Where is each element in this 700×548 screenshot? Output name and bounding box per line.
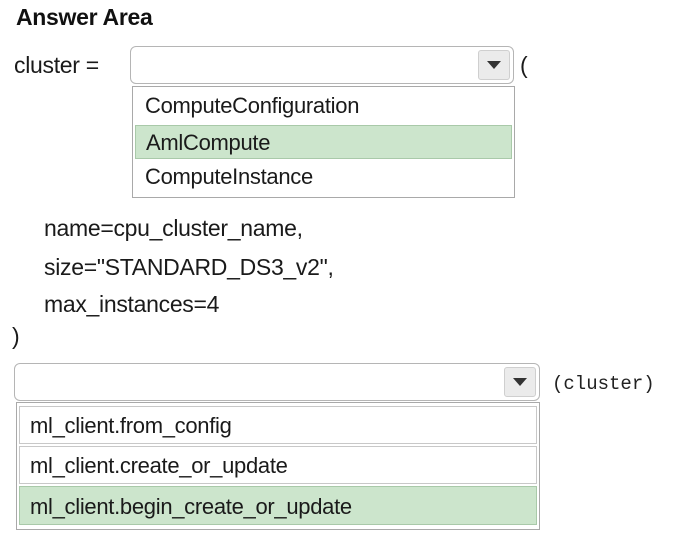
option-begin-create-or-update[interactable]: ml_client.begin_create_or_update [19, 486, 537, 525]
compute-type-dropdown[interactable] [130, 46, 514, 84]
client-method-dropdown[interactable] [14, 363, 540, 401]
close-paren: ) [12, 323, 20, 349]
answer-area-title: Answer Area [16, 4, 153, 30]
arg-name-line: name=cpu_cluster_name, [44, 215, 303, 241]
option-from-config[interactable]: ml_client.from_config [19, 406, 537, 444]
chevron-down-icon [513, 378, 527, 386]
option-aml-compute[interactable]: AmlCompute [135, 125, 512, 159]
option-compute-instance[interactable]: ComputeInstance [135, 160, 512, 194]
compute-type-dropdown-button[interactable] [478, 50, 510, 80]
cluster-call-arg: (cluster) [552, 373, 655, 395]
client-method-options-list: ml_client.from_config ml_client.create_o… [16, 402, 540, 530]
option-compute-configuration[interactable]: ComputeConfiguration [135, 89, 512, 123]
arg-size-line: size="STANDARD_DS3_v2", [44, 254, 334, 280]
option-create-or-update[interactable]: ml_client.create_or_update [19, 446, 537, 484]
cluster-assign-label: cluster = [14, 52, 99, 78]
chevron-down-icon [487, 61, 501, 69]
client-method-dropdown-button[interactable] [504, 367, 536, 397]
arg-max-instances-line: max_instances=4 [44, 291, 220, 317]
compute-type-options-list: ComputeConfiguration AmlCompute ComputeI… [132, 86, 515, 198]
open-paren: ( [520, 52, 528, 78]
